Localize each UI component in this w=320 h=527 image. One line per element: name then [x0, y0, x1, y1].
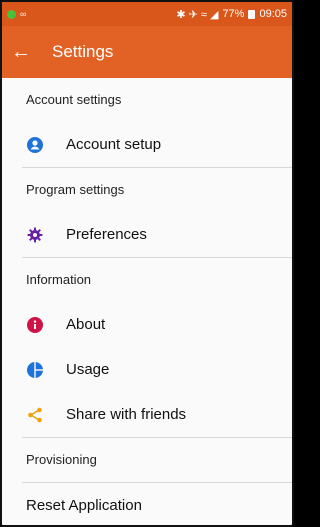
- section-account-settings: Account settings: [26, 92, 122, 107]
- status-left-text: ∞: [20, 9, 27, 19]
- setting-label: About: [66, 316, 106, 333]
- setting-label: Share with friends: [66, 406, 187, 423]
- setting-account-setup[interactable]: Account setup: [2, 122, 292, 167]
- setting-label: Account setup: [66, 136, 162, 153]
- settings-list: Account settings Account setup Program s…: [2, 78, 292, 525]
- status-right: ✱ ✈ ≈ ◢ 77% 09:05: [176, 8, 287, 21]
- setting-share[interactable]: Share with friends: [2, 392, 292, 437]
- battery-icon: [248, 9, 256, 19]
- section-information: Information: [26, 272, 92, 287]
- setting-label: Reset Application: [26, 497, 142, 514]
- section-provisioning: Provisioning: [26, 452, 97, 467]
- status-bar: ∞ ✱ ✈ ≈ ◢ 77% 09:05: [2, 2, 292, 26]
- battery-percent: 77%: [222, 8, 245, 20]
- setting-usage[interactable]: Usage: [2, 347, 292, 392]
- section-program-settings: Program settings: [26, 182, 125, 197]
- setting-label: Usage: [66, 361, 110, 378]
- status-time: 09:05: [259, 8, 287, 20]
- setting-about[interactable]: About: [2, 302, 292, 347]
- setting-preferences[interactable]: Preferences: [2, 212, 292, 257]
- back-arrow-icon[interactable]: ←: [4, 42, 38, 62]
- pie-chart-icon: [26, 361, 44, 379]
- gear-icon: [26, 226, 44, 244]
- setting-label: Preferences: [66, 226, 147, 243]
- page-title: Settings: [52, 42, 114, 61]
- status-icons: ✱ ✈ ≈ ◢: [176, 8, 219, 21]
- account-circle-icon: [26, 136, 44, 154]
- setting-reset-application[interactable]: Reset Application: [2, 483, 292, 525]
- info-icon: [26, 316, 44, 334]
- notification-dot-icon: [7, 9, 16, 19]
- share-icon: [26, 406, 44, 424]
- phone-screen: ∞ ✱ ✈ ≈ ◢ 77% 09:05 ← Settings Account s…: [0, 0, 294, 527]
- app-bar: ← Settings: [2, 26, 292, 78]
